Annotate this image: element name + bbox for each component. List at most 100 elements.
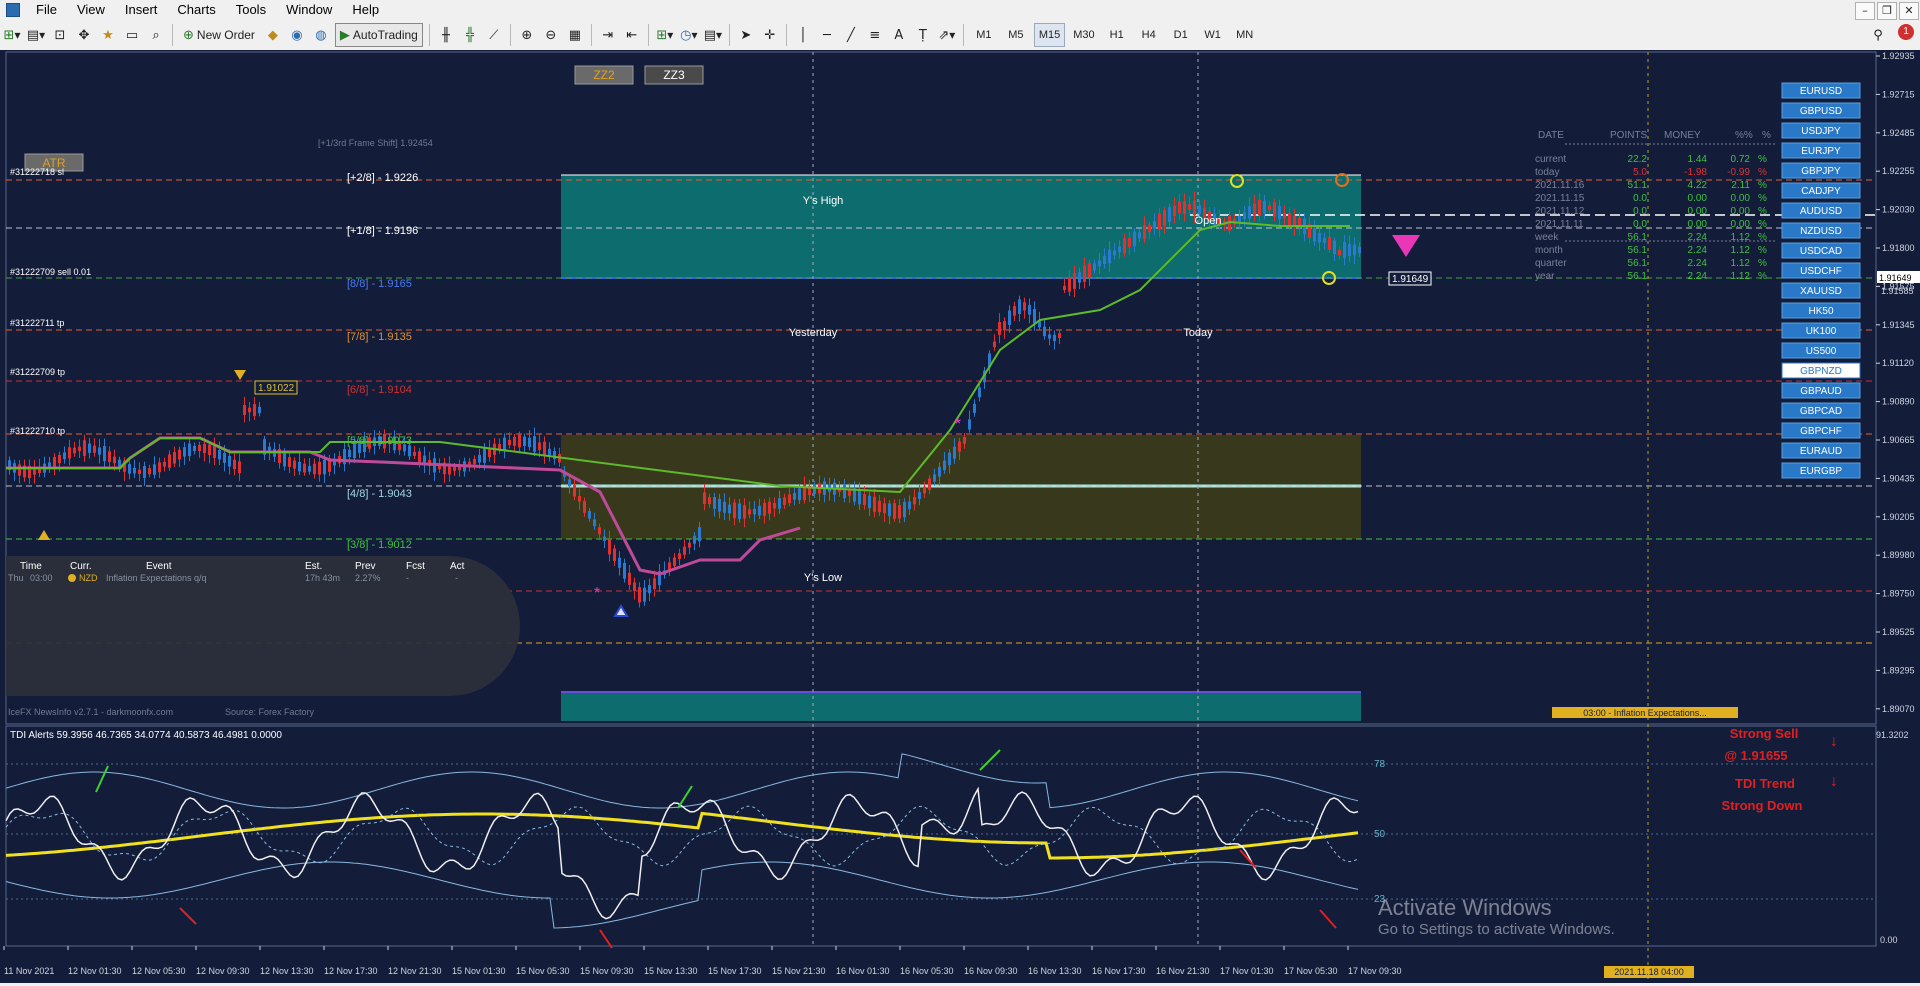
metaeditor-icon[interactable]: ◆: [263, 24, 283, 46]
crosshair-icon[interactable]: ✛: [760, 24, 780, 46]
tf-m5[interactable]: M5: [1002, 24, 1030, 46]
tile-windows-icon[interactable]: ▦: [565, 24, 585, 46]
arrows-icon[interactable]: ⇗ ▾: [937, 24, 957, 46]
symbol-button-uk100[interactable]: UK100: [1781, 322, 1861, 339]
vps-icon[interactable]: ◍: [311, 24, 331, 46]
profiles-icon[interactable]: ▤ ▾: [26, 24, 46, 46]
candle-body: [878, 500, 881, 513]
templates-icon[interactable]: ▤ ▾: [703, 24, 723, 46]
zz2-button[interactable]: ZZ2: [574, 65, 634, 85]
trendline-icon[interactable]: ╱: [841, 24, 861, 46]
crosshair-nav-icon[interactable]: ✥: [74, 24, 94, 46]
tdi-accent-segment: [1319, 909, 1337, 929]
close-icon[interactable]: ✕: [1899, 2, 1919, 20]
symbol-button-gbpjpy[interactable]: GBPJPY: [1781, 162, 1861, 179]
tf-m15[interactable]: M15: [1033, 23, 1066, 47]
symbol-button-audusd[interactable]: AUDUSD: [1781, 202, 1861, 219]
market-watch-icon[interactable]: ⊡: [50, 24, 70, 46]
stats-sign: %: [1758, 271, 1767, 282]
symbol-button-hk50[interactable]: HK50: [1781, 302, 1861, 319]
navigator-icon[interactable]: ★: [98, 24, 118, 46]
menu-insert[interactable]: Insert: [115, 0, 168, 20]
new-order-button[interactable]: ⊕ New Order: [179, 24, 259, 46]
tf-d1[interactable]: D1: [1167, 24, 1195, 46]
candle-body: [948, 452, 951, 466]
symbol-button-gbpcad[interactable]: GBPCAD: [1781, 402, 1861, 419]
tf-m30[interactable]: M30: [1069, 24, 1098, 46]
chart-shift-icon[interactable]: ⇤: [622, 24, 642, 46]
menu-tools[interactable]: Tools: [226, 0, 276, 20]
symbol-button-us500[interactable]: US500: [1781, 342, 1861, 359]
tf-h4[interactable]: H4: [1135, 24, 1163, 46]
candle-body: [883, 503, 886, 514]
tf-h1[interactable]: H1: [1103, 24, 1131, 46]
search-icon[interactable]: ⚲: [1868, 24, 1888, 46]
symbol-button-gbpnzd[interactable]: GBPNZD: [1781, 362, 1861, 379]
channel-icon[interactable]: ≡: [865, 24, 885, 46]
candle-body: [173, 452, 176, 464]
candle-body: [618, 557, 621, 568]
symbol-button-usdchf[interactable]: USDCHF: [1781, 262, 1861, 279]
auto-scroll-icon[interactable]: ⇥: [598, 24, 618, 46]
symbol-button-nzdusd[interactable]: NZDUSD: [1781, 222, 1861, 239]
menu-window[interactable]: Window: [276, 0, 342, 20]
chart-window[interactable]: ZZ2 ZZ3 ATR [+1/3rd Frame Shift] 1.92454…: [0, 50, 1920, 983]
tf-m1[interactable]: M1: [970, 24, 998, 46]
symbol-button-eurjpy[interactable]: EURJPY: [1781, 142, 1861, 159]
horizontal-line-icon[interactable]: ─: [817, 24, 837, 46]
tester-icon[interactable]: ⌕: [146, 24, 166, 46]
candle-body: [143, 465, 146, 478]
symbol-button-usdjpy[interactable]: USDJPY: [1781, 122, 1861, 139]
symbol-button-eurusd[interactable]: EURUSD: [1781, 82, 1861, 99]
candle-body: [623, 562, 626, 579]
cursor-icon[interactable]: ➤: [736, 24, 756, 46]
minimize-icon[interactable]: –: [1855, 2, 1875, 20]
periods-icon[interactable]: ◷ ▾: [679, 24, 699, 46]
symbol-button-eurgbp[interactable]: EURGBP: [1781, 462, 1861, 479]
zoom-out-icon[interactable]: ⊖: [541, 24, 561, 46]
bar-chart-icon[interactable]: ╫: [436, 24, 456, 46]
price-axis-label: 1.89750: [1882, 589, 1915, 599]
text-label-icon[interactable]: Ṭ: [913, 24, 933, 46]
news-row-time: 03:00: [30, 573, 53, 583]
autotrading-button[interactable]: ▶ AutoTrading: [334, 23, 423, 47]
symbol-button-gbpusd[interactable]: GBPUSD: [1781, 102, 1861, 119]
zz3-button[interactable]: ZZ3: [644, 65, 704, 85]
price-axis-label: 1.91120: [1882, 358, 1914, 368]
candle-body: [548, 448, 551, 455]
candle-body: [628, 572, 631, 585]
line-chart-icon[interactable]: ⟋: [484, 24, 504, 46]
terminal-icon[interactable]: ▭: [122, 24, 142, 46]
vertical-line-icon[interactable]: │: [793, 24, 813, 46]
time-axis-label: 11 Nov 2021: [4, 966, 54, 976]
symbol-button-xauusd[interactable]: XAUUSD: [1781, 282, 1861, 299]
text-icon[interactable]: A: [889, 24, 909, 46]
symbol-button-usdcad[interactable]: USDCAD: [1781, 242, 1861, 259]
candle-body: [763, 502, 766, 516]
symbol-button-cadjpy[interactable]: CADJPY: [1781, 182, 1861, 199]
zoom-in-icon[interactable]: ⊕: [517, 24, 537, 46]
candle-body: [168, 454, 171, 468]
menu-charts[interactable]: Charts: [167, 0, 225, 20]
candlestick-icon[interactable]: ╬: [460, 24, 480, 46]
toolbar: ⊞ ▾ ▤ ▾ ⊡ ✥ ★ ▭ ⌕ ⊕ New Order ◆ ◉ ◍ ▶ AutoTr…: [0, 20, 1920, 51]
indicators-icon[interactable]: ⊞ ▾: [655, 24, 675, 46]
time-axis-label: 17 Nov 09:30: [1348, 966, 1402, 976]
notification-icon[interactable]: 1: [1898, 24, 1914, 40]
menu-view[interactable]: View: [67, 0, 115, 20]
tf-w1[interactable]: W1: [1199, 24, 1227, 46]
menu-help[interactable]: Help: [342, 0, 389, 20]
candle-body: [98, 447, 101, 455]
menu-file[interactable]: File: [26, 0, 67, 20]
level-label-p2: [+2/8] - 1.9226: [347, 172, 418, 184]
restore-icon[interactable]: ❐: [1877, 2, 1897, 20]
symbol-button-euraud[interactable]: EURAUD: [1781, 442, 1861, 459]
tf-mn[interactable]: MN: [1231, 24, 1259, 46]
candle-body: [998, 321, 1001, 335]
candle-body: [1043, 326, 1046, 337]
new-chart-icon[interactable]: ⊞ ▾: [2, 24, 22, 46]
candle-body: [1008, 310, 1011, 325]
symbol-button-gbpaud[interactable]: GBPAUD: [1781, 382, 1861, 399]
signals-icon[interactable]: ◉: [287, 24, 307, 46]
symbol-button-gbpchf[interactable]: GBPCHF: [1781, 422, 1861, 439]
